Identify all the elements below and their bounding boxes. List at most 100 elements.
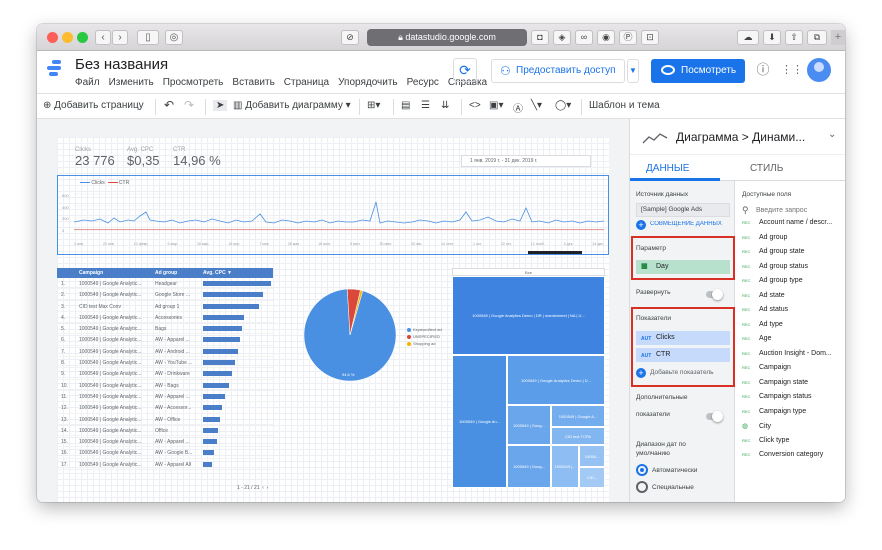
- table-row[interactable]: 8. 1000549 | Google Analytic... AW - YouTu…: [57, 357, 273, 369]
- theme-button[interactable]: Шаблон и тема: [589, 100, 660, 111]
- kpi-avg-cpc[interactable]: Avg. CPC $0,35: [127, 147, 160, 168]
- shape-icon[interactable]: ◯▾: [555, 100, 571, 111]
- field-item[interactable]: REC Ad status: [742, 306, 788, 313]
- table-row[interactable]: 11. 1000549 | Google Analytic... AW - Appa…: [57, 391, 273, 403]
- treemap-chart[interactable]: Все 1000549 | Google Analytics Demo | DR…: [452, 268, 605, 488]
- field-item[interactable]: REC Account name / descr...: [742, 219, 832, 226]
- field-item[interactable]: REC Campaign: [742, 364, 791, 371]
- menu-insert[interactable]: Вставить: [232, 77, 274, 88]
- col-adgroup[interactable]: Ad group: [155, 270, 177, 276]
- add-blend-icon[interactable]: +: [636, 220, 646, 230]
- field-item[interactable]: ◍ City: [742, 422, 771, 430]
- back-icon[interactable]: ‹: [95, 30, 111, 45]
- table-row[interactable]: 17. 1000549 | Google Analytic... AW - Appa…: [57, 459, 273, 471]
- field-item[interactable]: REC Ad group: [742, 234, 787, 241]
- line-icon[interactable]: ╲▾: [531, 100, 542, 111]
- field-item[interactable]: REC Conversion category: [742, 451, 823, 458]
- select-cursor-icon[interactable]: ➤: [213, 100, 228, 111]
- tab-data[interactable]: ДАННЫЕ: [646, 163, 689, 174]
- table-row[interactable]: 14. 1000549 | Google Analytic... Office: [57, 425, 273, 437]
- table-row[interactable]: 16. 1000549 | Google Analytic... AW - Goog…: [57, 447, 273, 459]
- data-source-field[interactable]: [Sample] Google Ads: [636, 203, 730, 217]
- controls-icon[interactable]: ⊞▾: [367, 100, 380, 111]
- cloud-icon[interactable]: ☁: [737, 30, 759, 45]
- date-range-picker[interactable]: 1 янв. 2019 г. - 31 дек. 2019 г.: [461, 155, 591, 167]
- table-row[interactable]: 15. 1000549 | Google Analytic... AW - Appa…: [57, 436, 273, 448]
- apps-grid-icon[interactable]: ⋮⋮: [781, 62, 803, 78]
- add-page-button[interactable]: ⊕ Добавить страницу: [43, 100, 144, 111]
- table-row[interactable]: 3. CID test Max Conv Ad group 1: [57, 301, 273, 312]
- table-row[interactable]: 12. 1000549 | Google Analytic... AW - Acce…: [57, 402, 273, 414]
- field-item[interactable]: REC Ad state: [742, 292, 785, 299]
- table-row[interactable]: 2. 1000549 | Google Analytic... Google Sto…: [57, 289, 273, 301]
- expand-toggle[interactable]: [706, 289, 723, 300]
- chevron-down-icon[interactable]: ⌄: [828, 129, 836, 140]
- field-item[interactable]: REC Campaign state: [742, 379, 808, 386]
- text-icon[interactable]: Ⓐ: [513, 100, 523, 115]
- report-title[interactable]: Без названия: [75, 56, 168, 73]
- date-range-control-icon[interactable]: ▤: [401, 100, 410, 111]
- table-row[interactable]: 4. 1000549 | Google Analytic... Accessorie…: [57, 312, 273, 324]
- field-item[interactable]: REC Ad group state: [742, 248, 805, 255]
- data-control-icon[interactable]: ⇊: [441, 100, 449, 111]
- sidebar-icon[interactable]: ▯: [137, 30, 159, 45]
- menu-file[interactable]: Файл: [75, 77, 100, 88]
- link-icon[interactable]: ∞: [575, 30, 593, 45]
- kpi-clicks[interactable]: Clicks 23 776: [75, 147, 115, 168]
- help-icon[interactable]: ⓘ: [755, 62, 771, 78]
- tabs-icon[interactable]: ⧉: [807, 30, 827, 45]
- add-chart-button[interactable]: ▥ Добавить диаграмму ▾: [233, 100, 351, 111]
- table-row[interactable]: 1. 1000549 | Google Analytic... Headgear: [57, 278, 273, 290]
- refresh-icon[interactable]: ⟳: [453, 58, 477, 82]
- menu-edit[interactable]: Изменить: [109, 77, 154, 88]
- kpi-ctr[interactable]: CTR 14,96 %: [173, 147, 221, 168]
- field-item[interactable]: REC Auction Insight - Dom...: [742, 350, 832, 357]
- shield-icon[interactable]: ◎: [165, 30, 183, 45]
- table-row[interactable]: 6. 1000549 | Google Analytic... AW - Appar…: [57, 334, 273, 346]
- col-avg-cpc[interactable]: Avg. CPC ▼: [203, 270, 232, 276]
- zoom-window-button[interactable]: [77, 32, 88, 43]
- field-item[interactable]: REC Campaign status: [742, 393, 812, 400]
- treemap-cell[interactable]: CID...: [579, 467, 605, 488]
- treemap-cell[interactable]: 10054...: [579, 445, 605, 467]
- field-item[interactable]: REC Campaign type: [742, 408, 806, 415]
- treemap-cell[interactable]: 1000549 | Google Analytics Demo | DR | m…: [452, 276, 605, 355]
- treemap-cell[interactable]: 1000549 | Google Analytics Demo | D...: [507, 355, 605, 405]
- field-item[interactable]: REC Ad group type: [742, 277, 803, 284]
- treemap-cell[interactable]: 1000549 |...: [551, 445, 579, 488]
- table-pager[interactable]: 1 - 21 / 21 ‹ ›: [237, 485, 268, 491]
- address-bar[interactable]: 🔒︎ datastudio.google.com: [367, 29, 527, 46]
- time-series-chart[interactable]: Clicks CTR 600 400 200 0 1 янв. 22 янв. …: [57, 175, 609, 255]
- table-row[interactable]: 13. 1000549 | Google Analytic... AW - Offi…: [57, 414, 273, 425]
- code-icon[interactable]: <>: [469, 100, 481, 111]
- share-icon[interactable]: ⇧: [785, 30, 803, 45]
- minimize-window-button[interactable]: [62, 32, 73, 43]
- blend-data-link[interactable]: СОВМЕЩЕНИЕ ДАННЫХ: [650, 221, 730, 227]
- treemap-cell[interactable]: CID test TCPA: [551, 427, 605, 445]
- menu-arrange[interactable]: Упорядочить: [338, 77, 398, 88]
- field-item[interactable]: REC Age: [742, 335, 771, 342]
- treemap-cell[interactable]: 1000549 | Goog...: [507, 445, 551, 488]
- close-window-button[interactable]: [47, 32, 58, 43]
- reader-icon[interactable]: ⊘: [341, 30, 359, 45]
- ghost-icon[interactable]: ◉: [597, 30, 615, 45]
- treemap-cell[interactable]: 1000549 | Goog...: [507, 405, 551, 445]
- pie-chart[interactable]: [302, 287, 398, 383]
- field-item[interactable]: REC Click type: [742, 437, 789, 444]
- table-row[interactable]: 10. 1000549 | Google Analytic... AW - Bags: [57, 380, 273, 391]
- download-icon[interactable]: ⬇: [763, 30, 781, 45]
- share-button[interactable]: ⚇ Предоставить доступ: [491, 59, 625, 83]
- radio-auto[interactable]: [636, 464, 648, 476]
- data-studio-logo-icon[interactable]: [47, 60, 61, 78]
- treemap-cell[interactable]: 1000549 | Google An...: [452, 355, 507, 488]
- table-row[interactable]: 7. 1000549 | Google Analytic... AW - Andro…: [57, 346, 273, 358]
- tab-style[interactable]: СТИЛЬ: [750, 163, 783, 174]
- extension-icon[interactable]: ◈: [553, 30, 571, 45]
- field-item[interactable]: REC Ad type: [742, 321, 783, 328]
- pocket-icon[interactable]: ◘: [531, 30, 549, 45]
- share-dropdown-button[interactable]: ▼: [627, 59, 639, 83]
- col-campaign[interactable]: Campaign: [79, 270, 103, 276]
- avatar[interactable]: [807, 58, 831, 82]
- forward-icon[interactable]: ›: [112, 30, 128, 45]
- menu-view[interactable]: Просмотреть: [163, 77, 224, 88]
